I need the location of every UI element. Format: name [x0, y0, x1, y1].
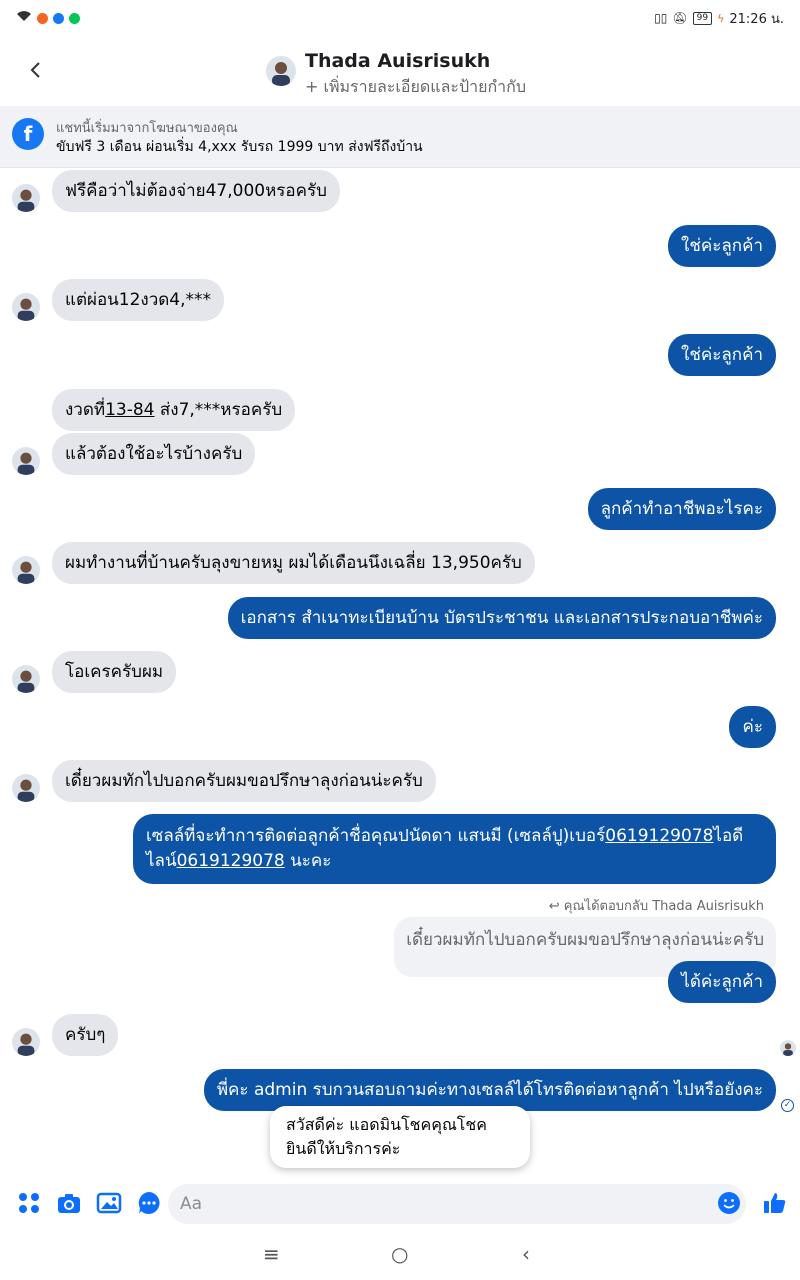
- sender-avatar[interactable]: [12, 1028, 40, 1056]
- apps-icon[interactable]: [16, 1190, 42, 1216]
- seen-avatar: [780, 1040, 796, 1056]
- messenger-screen: ▯▯ 🔕︎ 99 ϟ 21:26 น. Thada Auisrisukh + เ…: [0, 0, 800, 1280]
- like-icon[interactable]: [762, 1190, 788, 1216]
- battery-icon: 99: [692, 11, 713, 25]
- reply-icon: ↩: [548, 899, 564, 914]
- message-composer: Aa: [0, 1182, 800, 1228]
- home-icon[interactable]: ○: [391, 1242, 408, 1266]
- sender-avatar[interactable]: [12, 184, 40, 212]
- greeting-line: สวัสดีค่ะ แอดมินโชคคุณโชค: [286, 1115, 487, 1134]
- message-incoming[interactable]: งวดที่13-84 ส่ง7,***หรอครับ: [52, 389, 296, 431]
- message-incoming[interactable]: ฟรีคือว่าไม่ต้องจ่าย47,000หรอครับ: [52, 170, 340, 212]
- message-link[interactable]: 13-84: [105, 400, 154, 420]
- message-text: ส่ง7,***หรอครับ: [154, 400, 283, 420]
- reply-note: ↩ คุณได้ตอบกลับ Thada Auisrisukh: [549, 895, 764, 916]
- app-notification-icon: [37, 12, 48, 24]
- message-text: เซลล์ที่จะทำการติดต่อลูกค้าชื่อคุณปนัดดา…: [146, 826, 606, 846]
- facebook-icon: f: [12, 118, 44, 150]
- message-outgoing[interactable]: เอกสาร สำเนาทะเบียนบ้าน บัตรประชาชน และเ…: [227, 597, 776, 639]
- emoji-icon[interactable]: [718, 1192, 740, 1214]
- system-nav-bar: ≡ ○ ‹: [0, 1232, 800, 1280]
- message-outgoing[interactable]: ใช่ค่ะลูกค้า: [668, 225, 776, 267]
- ad-origin-banner[interactable]: f แชทนี้เริ่มมาจากโฆษณาของคุณ ขับฟรี 3 เ…: [0, 106, 800, 168]
- greeting-popup[interactable]: สวัสดีค่ะ แอดมินโชคคุณโชค ยินดีให้บริการ…: [270, 1106, 530, 1168]
- sticker-icon[interactable]: [136, 1190, 162, 1216]
- chat-header: Thada Auisrisukh + เพิ่มรายละเอียดและป้า…: [0, 36, 800, 106]
- vibrate-icon: ▯▯: [654, 11, 668, 25]
- wifi-icon: [16, 10, 32, 26]
- phone-link[interactable]: 0619129078: [605, 826, 713, 846]
- add-details-link[interactable]: + เพิ่มรายละเอียดและป้ายกำกับ: [305, 75, 526, 100]
- phone-link[interactable]: 0619129078: [177, 851, 285, 871]
- message-incoming[interactable]: แต่ผ่อน12งวด4,***: [52, 279, 225, 321]
- status-icons-right: ▯▯ 🔕︎ 99 ϟ 21:26 น.: [654, 8, 784, 29]
- sender-avatar[interactable]: [12, 774, 40, 802]
- back-arrow-icon[interactable]: [24, 58, 48, 82]
- greeting-line: ยินดีให้บริการค่ะ: [286, 1139, 401, 1158]
- message-outgoing[interactable]: เซลล์ที่จะทำการติดต่อลูกค้าชื่อคุณปนัดดา…: [133, 814, 776, 884]
- message-outgoing[interactable]: ค่ะ: [729, 706, 776, 748]
- charging-icon: ϟ: [717, 11, 725, 25]
- message-text: นะคะ: [284, 851, 332, 871]
- gallery-icon[interactable]: [96, 1190, 122, 1216]
- message-text: งวดที่: [65, 400, 106, 420]
- camera-icon[interactable]: [56, 1190, 82, 1216]
- message-outgoing[interactable]: ได้ค่ะลูกค้า: [668, 961, 776, 1003]
- ad-title: ขับฟรี 3 เดือน ผ่อนเริ่ม 4,xxx รับรถ 199…: [56, 139, 423, 155]
- message-outgoing[interactable]: พี่คะ admin รบกวนสอบถามค่ะทางเซลล์ได้โทร…: [203, 1069, 776, 1111]
- reply-note-text: คุณได้ตอบกลับ Thada Auisrisukh: [563, 899, 764, 914]
- message-incoming[interactable]: ครับๆ: [52, 1014, 119, 1056]
- clock: 21:26 น.: [729, 11, 784, 27]
- sent-check-icon: ✓: [781, 1099, 794, 1112]
- ad-origin-label: แชทนี้เริ่มมาจากโฆษณาของคุณ: [56, 121, 238, 136]
- line-notification-icon: [69, 12, 80, 24]
- contact-avatar[interactable]: [266, 56, 296, 86]
- sender-avatar[interactable]: [12, 556, 40, 584]
- message-incoming[interactable]: ผมทำงานที่บ้านครับลุงขายหมู ผมได้เดือนนึ…: [52, 542, 535, 584]
- mute-icon: 🔕︎: [672, 11, 688, 25]
- messenger-notification-icon: [53, 12, 64, 24]
- back-icon[interactable]: ‹: [522, 1242, 530, 1266]
- message-outgoing[interactable]: ใช่ค่ะลูกค้า: [668, 334, 776, 376]
- message-input[interactable]: Aa: [168, 1184, 746, 1224]
- message-incoming[interactable]: โอเครครับผม: [52, 651, 177, 693]
- menu-icon[interactable]: ≡: [263, 1242, 280, 1266]
- message-outgoing[interactable]: ลูกค้าทำอาชีพอะไรคะ: [587, 488, 776, 530]
- status-bar: ▯▯ 🔕︎ 99 ϟ 21:26 น.: [0, 0, 800, 36]
- contact-name[interactable]: Thada Auisrisukh: [305, 50, 490, 72]
- sender-avatar[interactable]: [12, 447, 40, 475]
- sender-avatar[interactable]: [12, 665, 40, 693]
- message-incoming[interactable]: เดี๋ยวผมทักไปบอกครับผมขอปรึกษาลุงก่อนน่ะ…: [52, 760, 436, 802]
- sender-avatar[interactable]: [12, 293, 40, 321]
- message-incoming[interactable]: แล้วต้องใช้อะไรบ้างครับ: [52, 433, 256, 475]
- status-icons-left: [16, 10, 80, 26]
